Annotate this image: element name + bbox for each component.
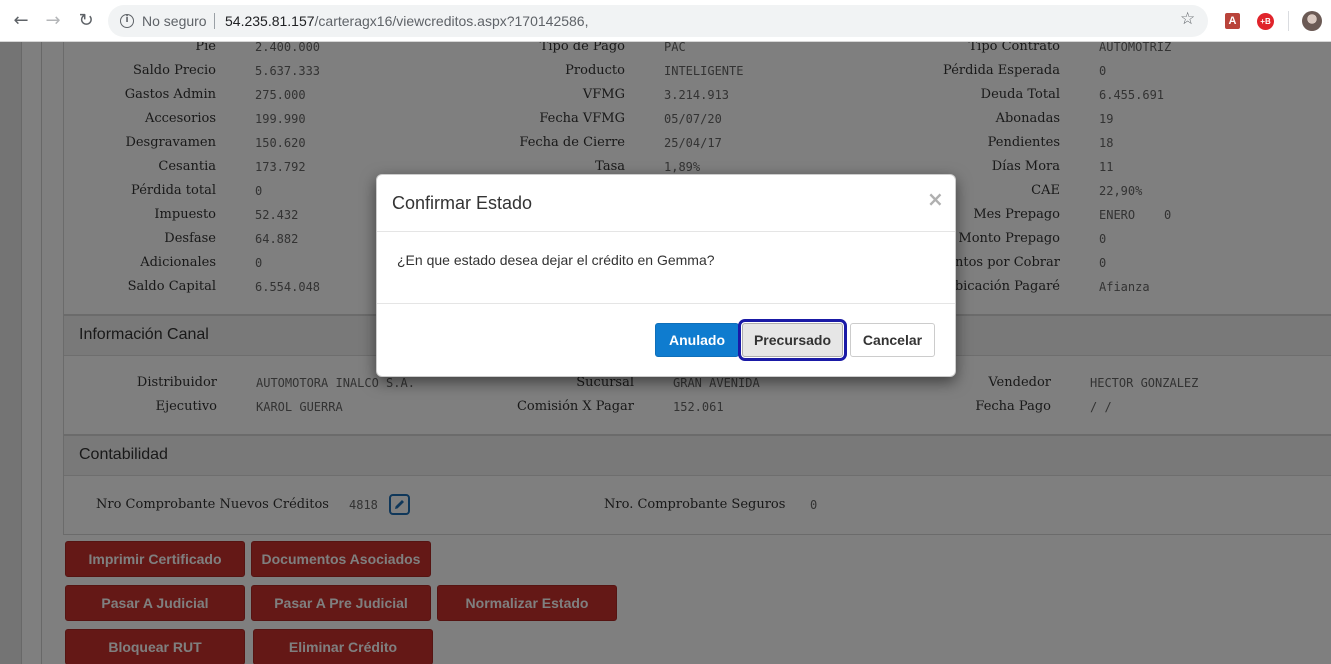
dialog-footer: Anulado Precursado Cancelar — [377, 303, 955, 377]
toolbar-divider — [1288, 11, 1289, 31]
dialog-body: ¿En que estado desea dejar el crédito en… — [377, 232, 955, 303]
cancelar-button[interactable]: Cancelar — [850, 323, 935, 357]
reload-icon[interactable]: ↻ — [74, 9, 98, 33]
dialog-header: Confirmar Estado × — [377, 175, 955, 232]
url-host: 54.235.81.157 — [225, 13, 315, 29]
extension-icon[interactable]: +B — [1257, 13, 1274, 30]
anulado-button[interactable]: Anulado — [655, 323, 739, 357]
close-icon[interactable]: × — [927, 189, 944, 209]
url-path: /carteragx16/viewcreditos.aspx?170142586… — [314, 13, 589, 29]
back-icon[interactable]: ← — [9, 9, 33, 33]
forward-icon[interactable]: → — [41, 9, 65, 33]
browser-toolbar: ← → ↻ i No seguro 54.235.81.157/carterag… — [0, 0, 1331, 42]
bookmark-star-icon[interactable]: ☆ — [1180, 9, 1195, 29]
address-bar[interactable]: i No seguro 54.235.81.157/carteragx16/vi… — [108, 5, 1208, 37]
url-divider — [214, 13, 215, 29]
confirm-state-dialog: Confirmar Estado × ¿En que estado desea … — [376, 174, 956, 377]
security-label[interactable]: No seguro — [142, 13, 207, 29]
dialog-title: Confirmar Estado — [392, 193, 533, 213]
profile-avatar[interactable] — [1302, 11, 1322, 31]
precursado-button[interactable]: Precursado — [738, 319, 847, 361]
url-text[interactable]: 54.235.81.157/carteragx16/viewcreditos.a… — [225, 13, 588, 29]
dialog-message: ¿En que estado desea dejar el crédito en… — [397, 252, 715, 268]
info-icon[interactable]: i — [120, 14, 134, 28]
pdf-extension-icon[interactable]: A — [1225, 13, 1240, 29]
